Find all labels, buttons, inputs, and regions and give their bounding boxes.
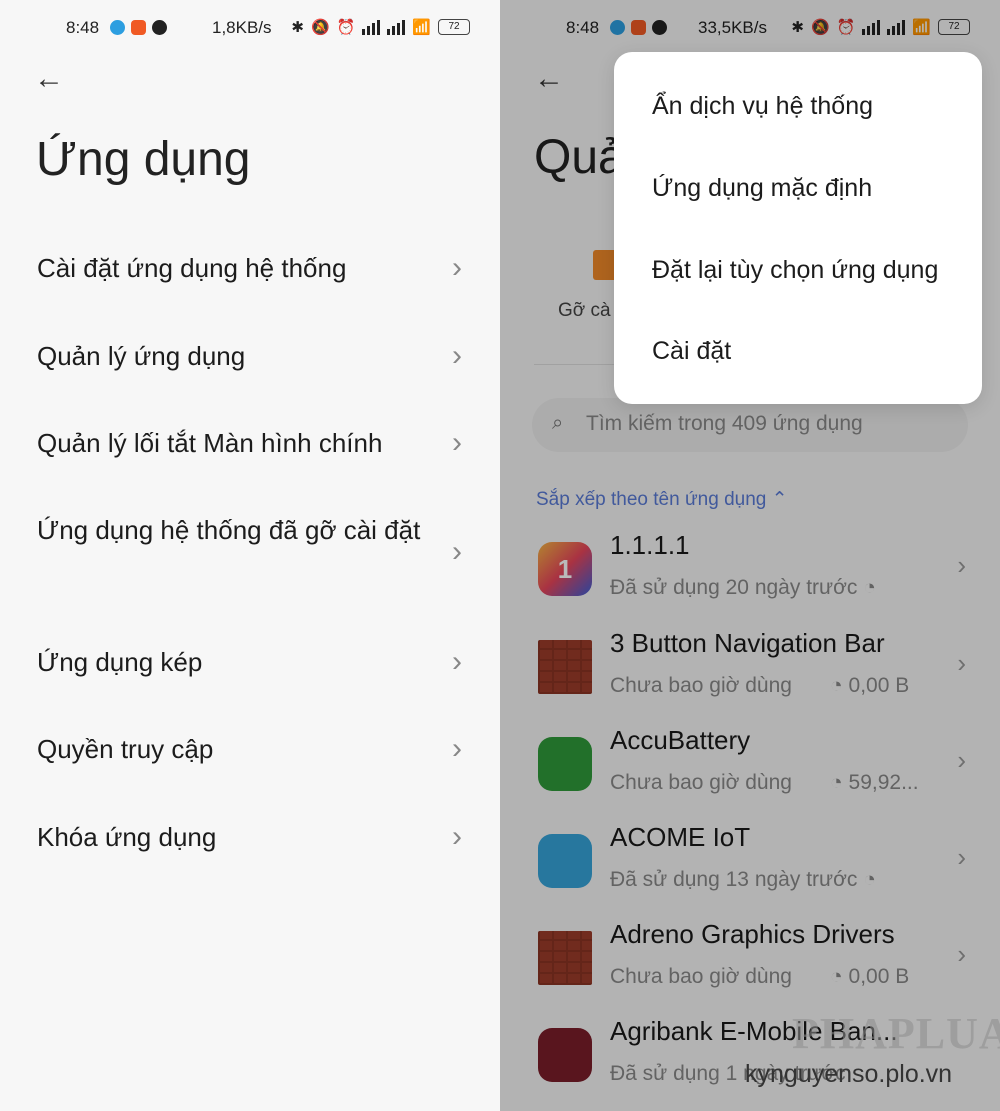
- chevron-right-icon: ›: [452, 820, 462, 853]
- menu-hide-system-services[interactable]: Ẩn dịch vụ hệ thống: [652, 92, 873, 121]
- menu-item-uninstalled-system-apps[interactable]: Ứng dụng hệ thống đã gỡ cài đặt ›: [37, 508, 462, 568]
- telegram-icon: [110, 20, 125, 35]
- menu-item-label: Quản lý ứng dụng: [37, 341, 246, 371]
- chevron-right-icon: ›: [452, 732, 462, 765]
- mute-icon: 🔕: [310, 19, 330, 36]
- menu-default-apps[interactable]: Ứng dụng mặc định: [652, 174, 872, 203]
- menu-item-permissions[interactable]: Quyền truy cập ›: [37, 727, 470, 771]
- menu-settings[interactable]: Cài đặt: [652, 337, 731, 366]
- battery-icon: 72: [438, 19, 470, 35]
- menu-reset-app-preferences[interactable]: Đặt lại tùy chọn ứng dụng: [652, 256, 938, 285]
- back-arrow-icon[interactable]: ←: [34, 62, 64, 96]
- menu-item-label: Quyền truy cập: [37, 734, 214, 764]
- menu-item-label: Ứng dụng kép: [37, 647, 203, 677]
- menu-item-label: Quản lý lối tắt Màn hình chính: [37, 428, 383, 458]
- chevron-right-icon: ›: [452, 535, 462, 568]
- right-screen: 8:48 33,5KB/s ✱ 🔕 ⏰ 📶 72 ← Quả Gỡ cà ⌕ T…: [500, 0, 1000, 1111]
- status-bar: 8:48 1,8KB/s ✱ 🔕 ⏰ 📶 72: [0, 14, 500, 42]
- menu-item-dual-apps[interactable]: Ứng dụng kép ›: [37, 640, 470, 684]
- grammarly-icon: [152, 20, 167, 35]
- watermark-url: kynguyenso.plo.vn: [745, 1060, 953, 1088]
- menu-item-manage-apps[interactable]: Quản lý ứng dụng ›: [37, 334, 470, 378]
- menu-item-label: Ứng dụng hệ thống đã gỡ cài đặt: [37, 515, 421, 545]
- app-notification-icon: [131, 20, 146, 35]
- bluetooth-icon: ✱: [291, 19, 304, 36]
- chevron-right-icon: ›: [452, 251, 462, 284]
- network-speed: 1,8KB/s: [212, 18, 272, 37]
- menu-item-label: Cài đặt ứng dụng hệ thống: [37, 253, 347, 283]
- system-icons: ✱ 🔕 ⏰ 📶 72: [291, 18, 470, 36]
- menu-item-label: Khóa ứng dụng: [37, 822, 217, 852]
- status-time: 8:48: [66, 18, 100, 37]
- watermark-logo: PHAPLUAT: [792, 1009, 1000, 1058]
- menu-item-system-app-settings[interactable]: Cài đặt ứng dụng hệ thống ›: [37, 246, 470, 290]
- overflow-menu: Ẩn dịch vụ hệ thống Ứng dụng mặc định Đặ…: [614, 52, 982, 404]
- page-title: Ứng dụng: [36, 133, 251, 186]
- chevron-right-icon: ›: [452, 645, 462, 678]
- chevron-right-icon: ›: [452, 426, 462, 459]
- alarm-icon: ⏰: [336, 19, 356, 36]
- chevron-right-icon: ›: [452, 339, 462, 372]
- left-screen: 8:48 1,8KB/s ✱ 🔕 ⏰ 📶 72 ← Ứng dụng Cài đ…: [0, 0, 500, 1111]
- signal-icon: [362, 19, 381, 35]
- wifi-icon: 📶: [412, 19, 431, 36]
- menu-item-home-shortcuts[interactable]: Quản lý lối tắt Màn hình chính ›: [37, 421, 470, 465]
- notification-icons: [110, 18, 167, 35]
- signal-icon-2: [387, 19, 406, 35]
- menu-item-app-lock[interactable]: Khóa ứng dụng ›: [37, 815, 470, 859]
